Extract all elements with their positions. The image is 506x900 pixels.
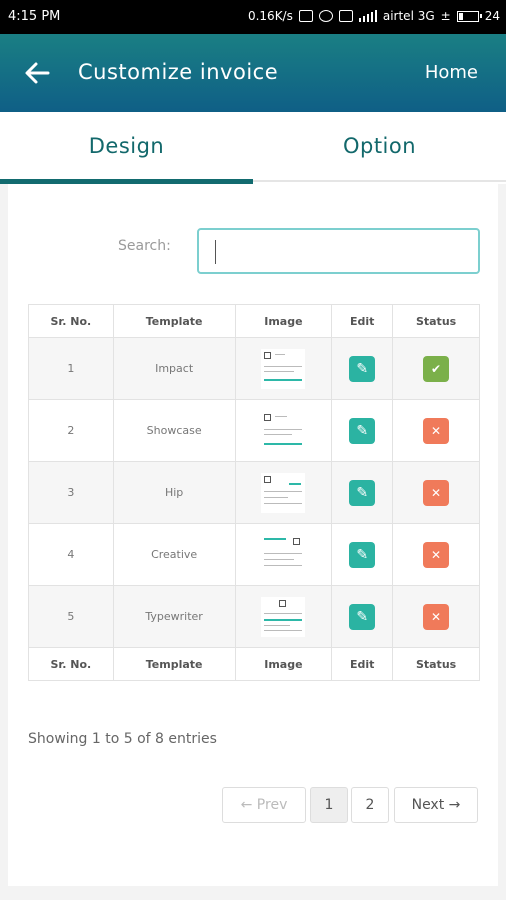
- page-2-button[interactable]: 2: [351, 787, 389, 823]
- edit-pencil-icon[interactable]: ✎: [349, 541, 376, 568]
- cell-status: ✕: [392, 461, 480, 524]
- status-right: 0.16K/s airtel 3G ± 24: [248, 9, 500, 23]
- template-thumbnail[interactable]: [261, 410, 306, 451]
- cell-image: [234, 523, 333, 586]
- edit-pencil-icon[interactable]: ✎: [349, 603, 376, 630]
- table-row: 5 Typewriter ✎ ✕: [28, 585, 480, 648]
- cell-image: [234, 337, 333, 400]
- col-header-edit: Edit: [331, 304, 394, 338]
- cell-template: Creative: [112, 523, 236, 586]
- no-sim-icon: [298, 10, 313, 22]
- cell-status: ✕: [392, 399, 480, 462]
- table-row: 2 Showcase ✎ ✕: [28, 399, 480, 462]
- tab-option[interactable]: Option: [253, 112, 506, 182]
- cell-sr: 4: [28, 523, 114, 586]
- cell-sr: 3: [28, 461, 114, 524]
- col-footer-template: Template: [112, 647, 236, 681]
- edit-pencil-icon[interactable]: ✎: [349, 479, 376, 506]
- status-x-icon[interactable]: ✕: [423, 541, 450, 568]
- cell-sr: 2: [28, 399, 114, 462]
- edit-pencil-icon[interactable]: ✎: [349, 355, 376, 382]
- cell-template: Typewriter: [112, 585, 236, 648]
- tab-design[interactable]: Design: [0, 112, 253, 184]
- table-row: 3 Hip ✎ ✕: [28, 461, 480, 524]
- col-header-image: Image: [234, 304, 333, 338]
- network-speed: 0.16K/s: [247, 9, 293, 23]
- cell-edit: ✎: [331, 461, 394, 524]
- battery-level: 24: [484, 9, 500, 23]
- table-row: 1 Impact ✎ ✔: [28, 337, 480, 400]
- col-header-status: Status: [392, 304, 480, 338]
- signal-icon: [358, 10, 377, 22]
- cell-edit: ✎: [331, 399, 394, 462]
- battery-icon: [456, 10, 482, 22]
- back-arrow-icon[interactable]: [22, 58, 52, 88]
- data-transfer-icon: ±: [440, 9, 451, 23]
- cell-template: Hip: [112, 461, 236, 524]
- templates-table: Sr. No. Template Image Edit Status 1 Imp…: [28, 304, 480, 681]
- cell-template: Impact: [112, 337, 236, 400]
- template-thumbnail[interactable]: [261, 348, 306, 389]
- col-header-template: Template: [112, 304, 236, 338]
- cell-image: [234, 585, 333, 648]
- status-bar: 4:15 PM 0.16K/s airtel 3G ± 24: [0, 0, 506, 34]
- tab-bar: Design Option: [0, 112, 506, 184]
- cell-status: ✕: [392, 585, 480, 648]
- cell-template: Showcase: [112, 399, 236, 462]
- col-footer-image: Image: [234, 647, 333, 681]
- edit-pencil-icon[interactable]: ✎: [349, 417, 376, 444]
- search-label: Search:: [118, 238, 171, 254]
- cell-status: ✔: [392, 337, 480, 400]
- app-bar: Customize invoice Home: [0, 34, 506, 112]
- col-footer-status: Status: [392, 647, 480, 681]
- cell-image: [234, 399, 333, 462]
- template-thumbnail[interactable]: [261, 472, 306, 513]
- template-thumbnail[interactable]: [261, 534, 306, 575]
- cell-sr: 5: [28, 585, 114, 648]
- search-input[interactable]: [197, 228, 480, 274]
- table-footer-row: Sr. No. Template Image Edit Status: [28, 647, 480, 681]
- home-button[interactable]: Home: [425, 62, 478, 83]
- cell-sr: 1: [28, 337, 114, 400]
- status-x-icon[interactable]: ✕: [423, 603, 450, 630]
- cell-status: ✕: [392, 523, 480, 586]
- table-row: 4 Creative ✎ ✕: [28, 523, 480, 586]
- status-check-icon[interactable]: ✔: [423, 355, 450, 382]
- screenshot-icon: [338, 10, 353, 22]
- text-caret: [215, 240, 216, 264]
- template-thumbnail[interactable]: [261, 596, 306, 637]
- col-footer-edit: Edit: [331, 647, 394, 681]
- status-x-icon[interactable]: ✕: [423, 417, 450, 444]
- cell-image: [234, 461, 333, 524]
- cell-edit: ✎: [331, 523, 394, 586]
- cell-edit: ✎: [331, 337, 394, 400]
- page-title: Customize invoice: [78, 60, 279, 84]
- status-time: 4:15 PM: [8, 9, 61, 24]
- col-header-sr: Sr. No.: [28, 304, 114, 338]
- status-x-icon[interactable]: ✕: [423, 479, 450, 506]
- next-page-button[interactable]: Next →: [394, 787, 478, 823]
- table-header-row: Sr. No. Template Image Edit Status: [28, 304, 480, 338]
- page-1-button[interactable]: 1: [310, 787, 348, 823]
- carrier-label: airtel 3G: [382, 9, 435, 23]
- entries-info: Showing 1 to 5 of 8 entries: [28, 731, 217, 747]
- cell-edit: ✎: [331, 585, 394, 648]
- col-footer-sr: Sr. No.: [28, 647, 114, 681]
- prev-page-button[interactable]: ← Prev: [222, 787, 306, 823]
- alarm-icon: [318, 10, 333, 22]
